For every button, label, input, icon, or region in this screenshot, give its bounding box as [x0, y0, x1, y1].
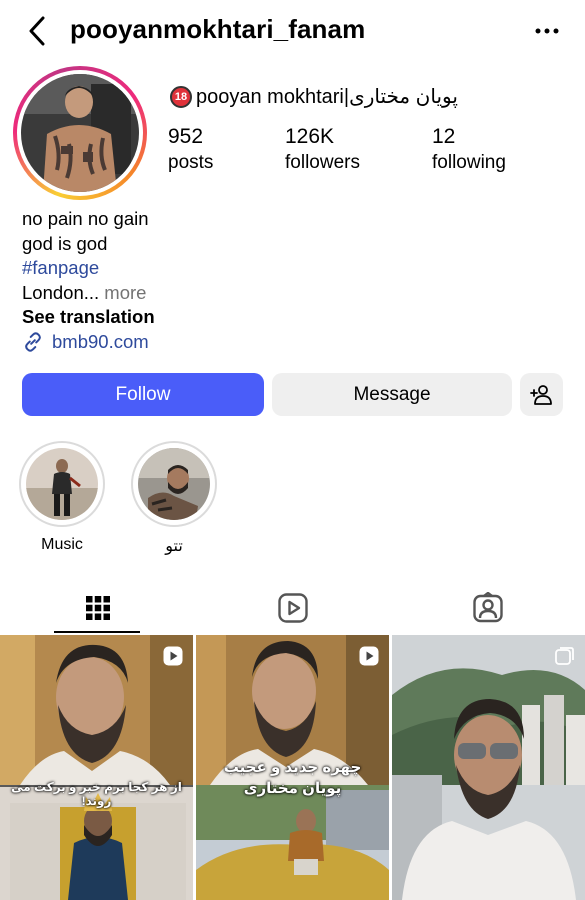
- reels-icon: [277, 593, 308, 623]
- highlight-cover: [138, 448, 210, 520]
- back-button[interactable]: [22, 14, 52, 48]
- followers-label: followers: [285, 152, 360, 173]
- post-thumbnail[interactable]: [392, 635, 585, 900]
- age-18-icon: 18: [170, 85, 192, 108]
- chevron-left-icon: [29, 16, 45, 46]
- add-person-icon: [529, 384, 552, 405]
- follow-button[interactable]: Follow: [22, 373, 264, 416]
- link-icon: [25, 332, 41, 352]
- posts-count: 952: [168, 125, 204, 148]
- following-stat[interactable]: 12 following: [432, 124, 506, 176]
- bio: no pain no gain god is god #fanpage Lond…: [22, 207, 155, 355]
- posts-label: posts: [168, 152, 214, 173]
- reel-icon: [359, 646, 379, 666]
- avatar-story-ring[interactable]: [13, 66, 147, 200]
- add-user-button[interactable]: [520, 373, 563, 416]
- reel-icon: [163, 646, 183, 666]
- following-count: 12: [432, 125, 456, 148]
- tab-tagged[interactable]: [390, 582, 585, 634]
- display-name: pooyan mokhtari|پویان مختاری: [196, 86, 458, 108]
- post-caption-line: پویان مختاری: [243, 780, 342, 797]
- followers-count: 126K: [285, 125, 335, 148]
- website-url: bmb90.com: [52, 330, 149, 352]
- followers-stat[interactable]: 126K followers: [285, 124, 360, 176]
- ellipsis-icon: [535, 28, 559, 34]
- profile-username: pooyanmokhtari_fanam: [70, 14, 366, 44]
- posts-stat[interactable]: 952 posts: [168, 124, 213, 176]
- profile-tabs: [0, 582, 585, 634]
- carousel-icon: [555, 647, 574, 665]
- post-thumbnail[interactable]: از هر کجا برم خبر و برکت می روند!: [0, 635, 193, 900]
- highlight-label: Music: [41, 536, 83, 553]
- more-options-button[interactable]: [533, 17, 561, 45]
- tagged-icon: [472, 592, 503, 623]
- highlight-tattoo[interactable]: تتو: [131, 441, 217, 556]
- bio-location-row: London... more: [22, 281, 155, 306]
- bio-website-link[interactable]: bmb90.com: [22, 330, 155, 355]
- top-bar: pooyanmokhtari_fanam: [0, 0, 585, 62]
- display-name-row: 18 pooyan mokhtari|پویان مختاری: [170, 84, 458, 109]
- post-thumbnail[interactable]: چهره جدید و عجیب پویان مختاری: [196, 635, 389, 900]
- highlight-music[interactable]: Music: [19, 441, 105, 554]
- bio-location: London...: [22, 281, 100, 303]
- bio-hashtag[interactable]: #fanpage: [22, 256, 155, 281]
- see-translation-link[interactable]: See translation: [22, 305, 155, 330]
- active-tab-indicator: [54, 631, 140, 633]
- bio-line: god is god: [22, 232, 108, 254]
- post-caption: از هر کجا برم خبر و برکت می روند!: [11, 780, 182, 808]
- highlight-label: تتو: [165, 538, 183, 555]
- bio-more-link[interactable]: more: [104, 282, 146, 303]
- posts-grid: از هر کجا برم خبر و برکت می روند! چهره ج…: [0, 635, 585, 900]
- tab-reels[interactable]: [195, 582, 390, 634]
- bio-line: no pain no gain: [22, 208, 149, 229]
- following-label: following: [432, 152, 506, 173]
- highlight-cover: [26, 448, 98, 520]
- avatar: [21, 74, 139, 192]
- message-button[interactable]: Message: [272, 373, 512, 416]
- post-caption: چهره جدید و عجیب پویان مختاری: [202, 757, 383, 799]
- tab-posts[interactable]: [0, 582, 195, 634]
- grid-icon: [85, 596, 110, 620]
- post-caption-line: چهره جدید و عجیب: [223, 759, 362, 776]
